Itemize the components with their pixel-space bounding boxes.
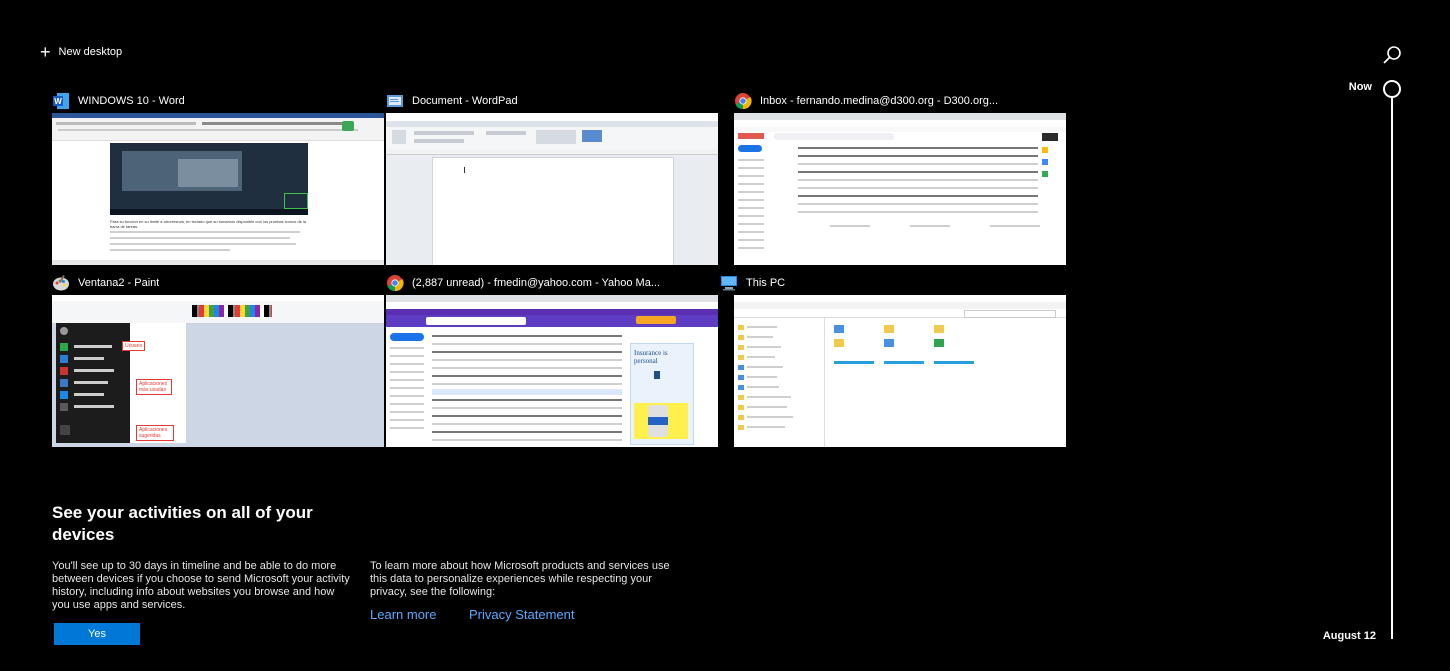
window-card-wordpad[interactable]: Document - WordPad bbox=[386, 90, 718, 265]
window-title: This PC bbox=[746, 277, 786, 289]
thumb-label-user: Usuario bbox=[122, 341, 146, 351]
timeline-now-label: Now bbox=[1348, 81, 1372, 93]
window-title: (2,887 unread) - fmedin@yahoo.com - Yaho… bbox=[412, 277, 660, 289]
window-card-word[interactable]: W WINDOWS 10 - Word Para su función en s… bbox=[52, 90, 384, 265]
window-thumbnail: Usuario Aplicaciones más usadas Aplicaci… bbox=[52, 295, 384, 447]
learn-more-link[interactable]: Learn more bbox=[370, 607, 436, 622]
wordpad-icon bbox=[387, 95, 403, 107]
new-desktop-label: New desktop bbox=[58, 46, 123, 58]
window-title: Inbox - fernando.medina@d300.org - D300.… bbox=[760, 95, 999, 107]
info-heading: See your activities on all of your devic… bbox=[52, 503, 313, 544]
window-title: Ventana2 - Paint bbox=[78, 277, 160, 289]
window-card-this-pc[interactable]: This PC bbox=[720, 272, 1066, 447]
word-icon: W bbox=[53, 93, 69, 109]
window-thumbnail bbox=[734, 113, 1066, 265]
window-card-yahoo-mail[interactable]: (2,887 unread) - fmedin@yahoo.com - Yaho… bbox=[386, 272, 718, 447]
timeline-scrollbar[interactable] bbox=[1391, 96, 1393, 639]
privacy-statement-link[interactable]: Privacy Statement bbox=[469, 607, 575, 622]
search-button[interactable] bbox=[1382, 44, 1404, 66]
window-thumbnail bbox=[386, 113, 718, 265]
window-title: Document - WordPad bbox=[412, 95, 518, 107]
search-icon bbox=[1383, 46, 1401, 64]
window-card-paint[interactable]: Ventana2 - Paint Usuario Aplicaciones má… bbox=[52, 272, 384, 447]
timeline-date-label: August 12 bbox=[1322, 630, 1376, 642]
info-description: You'll see up to 30 days in timeline and… bbox=[52, 560, 350, 611]
window-title: WINDOWS 10 - Word bbox=[78, 95, 185, 107]
plus-icon: + bbox=[40, 42, 51, 62]
window-thumbnail: Insurance is personal bbox=[386, 295, 718, 447]
new-desktop-button[interactable]: + New desktop bbox=[40, 42, 122, 62]
info-privacy-text: To learn more about how Microsoft produc… bbox=[370, 560, 670, 598]
chrome-icon bbox=[735, 93, 752, 110]
thumb-label-suggested: Aplicaciones sugeridas bbox=[136, 425, 174, 441]
thumb-ad-text: Insurance is personal bbox=[634, 349, 668, 365]
window-thumbnail bbox=[734, 295, 1066, 447]
chrome-icon bbox=[387, 275, 404, 292]
yes-button[interactable]: Yes bbox=[54, 623, 140, 645]
window-thumbnail: Para su función en su limite a otrorresn… bbox=[52, 113, 384, 265]
paint-icon bbox=[53, 275, 69, 291]
window-card-gmail[interactable]: Inbox - fernando.medina@d300.org - D300.… bbox=[734, 90, 1066, 265]
svg-text:W: W bbox=[54, 97, 62, 106]
thumb-label-most-used: Aplicaciones más usadas bbox=[136, 379, 172, 395]
this-pc-icon bbox=[721, 276, 737, 291]
